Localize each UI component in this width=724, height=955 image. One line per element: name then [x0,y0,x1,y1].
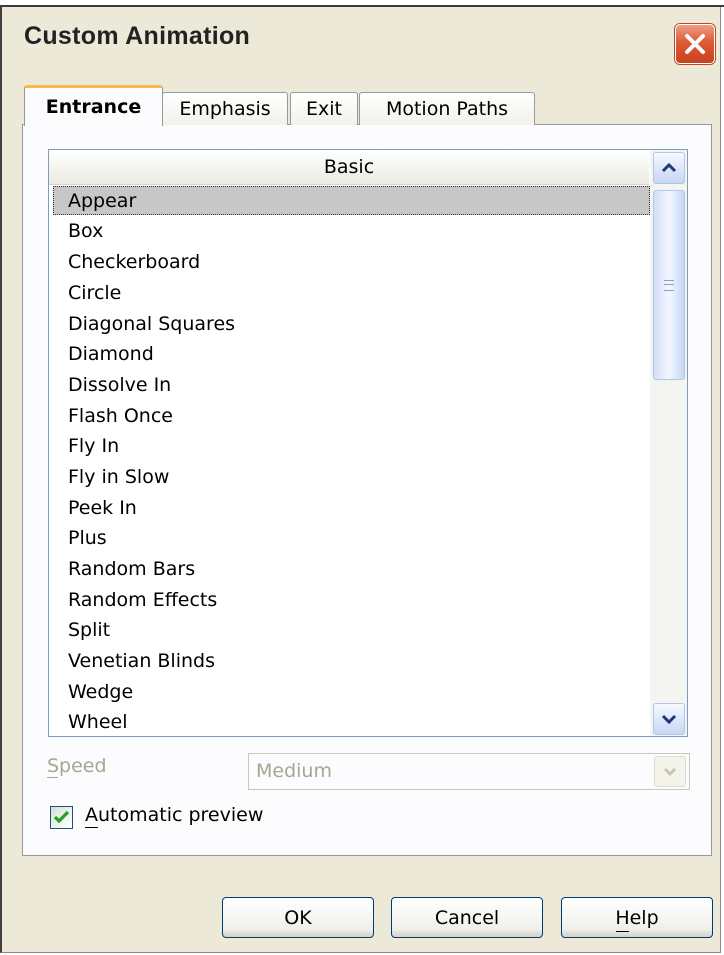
chevron-up-icon [661,162,677,173]
tab-exit[interactable]: Exit [290,92,358,125]
speed-label: Speed [47,755,107,777]
ok-button[interactable]: OK [222,897,374,938]
effects-scrollbar[interactable] [650,150,687,736]
list-item[interactable]: Circle [68,278,121,308]
close-button[interactable] [675,24,715,64]
speed-accelerator-underline [47,777,58,778]
list-item[interactable]: Split [68,615,110,645]
list-item[interactable]: Venetian Blinds [68,646,215,676]
list-item[interactable]: Diagonal Squares [68,309,235,339]
tab-label: Entrance [45,96,142,118]
list-item[interactable]: Random Effects [68,585,217,615]
list-item[interactable]: Fly in Slow [68,462,169,492]
dialog-title: Custom Animation [24,22,251,50]
window-top-border [0,5,724,7]
chevron-down-icon [663,767,677,776]
scroll-thumb[interactable] [653,190,685,380]
cancel-button[interactable]: Cancel [391,897,543,938]
tab-label: Motion Paths [385,98,509,120]
ok-label: OK [284,906,312,929]
tab-motion-paths[interactable]: Motion Paths [359,92,535,125]
cancel-label: Cancel [434,906,500,929]
chevron-down-icon [661,714,677,725]
list-item[interactable]: Fly In [68,431,119,461]
preview-accelerator-underline [85,827,98,828]
tab-entrance[interactable]: Entrance [24,85,163,126]
list-item[interactable]: Random Bars [68,554,195,584]
tab-emphasis[interactable]: Emphasis [162,92,288,125]
tab-label: Emphasis [179,98,271,120]
list-item[interactable]: Appear [68,186,136,216]
list-item[interactable]: Wheel [68,707,128,736]
grip-icon [664,279,674,291]
speed-value: Medium [256,760,332,782]
list-item[interactable]: Peek In [68,493,137,523]
list-item[interactable]: Checkerboard [68,247,200,277]
checkmark-icon [53,810,70,824]
tab-label: Exit [306,98,342,120]
close-icon [685,34,705,54]
list-item[interactable]: Plus [68,523,107,553]
help-button[interactable]: Help [561,897,713,938]
scroll-down-button[interactable] [653,703,685,735]
list-item[interactable]: Dissolve In [68,370,171,400]
category-label: Basic [323,156,375,178]
list-item[interactable]: Box [68,216,103,246]
automatic-preview-checkbox[interactable] [50,806,73,829]
automatic-preview-label[interactable]: Automatic preview [85,804,263,826]
speed-dropdown-button[interactable] [654,756,686,787]
scroll-up-button[interactable] [653,152,685,184]
effects-items: Appear Box Checkerboard Circle Diagonal … [49,186,649,736]
list-item[interactable]: Flash Once [68,401,173,431]
effects-category-header: Basic [49,150,649,185]
list-item[interactable]: Diamond [68,339,154,369]
help-accelerator-underline [616,931,629,932]
help-label: Help [615,906,659,929]
list-item[interactable]: Wedge [68,677,133,707]
